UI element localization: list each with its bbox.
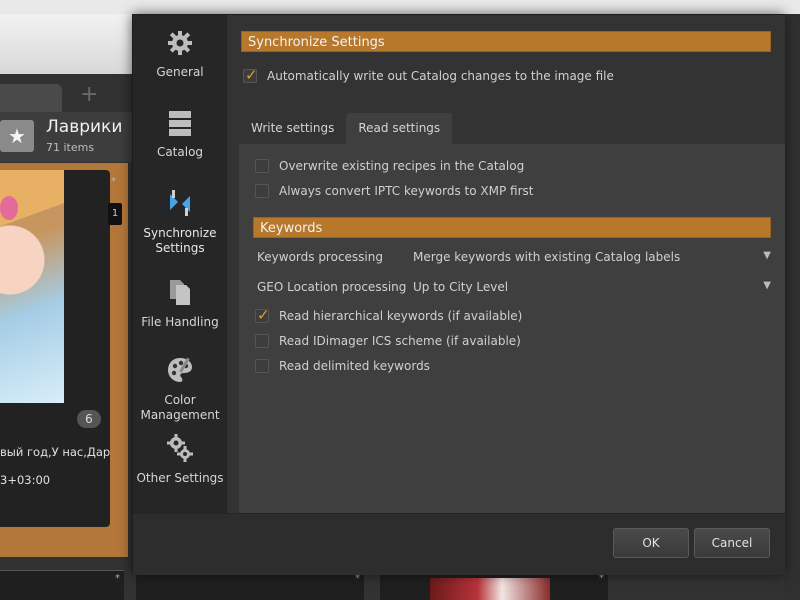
geo-location-dropdown[interactable]: GEO Location processing Up to City Level… [257, 278, 771, 298]
auto-write-option[interactable]: Automatically write out Catalog changes … [243, 66, 614, 84]
dropdown-arrow-icon: ▼ [763, 280, 771, 291]
section-header-synchronize: Synchronize Settings [241, 31, 771, 52]
favorite-star-icon[interactable]: ★ [0, 120, 34, 152]
convert-iptc-checkbox[interactable] [255, 184, 269, 198]
read-delimited-label: Read delimited keywords [279, 359, 430, 373]
app-toolbar [0, 14, 132, 74]
thumbnail-photo-detail [0, 196, 18, 220]
section-header-keywords: Keywords [253, 217, 771, 238]
add-tab-button[interactable]: + [80, 82, 98, 107]
overwrite-recipes-checkbox[interactable] [255, 159, 269, 173]
nav-item-color-management[interactable]: Color Management [133, 355, 227, 423]
strip-star-icon: * [115, 573, 120, 584]
nav-item-label: Other Settings [136, 471, 224, 485]
read-idimager-checkbox[interactable] [255, 334, 269, 348]
gears-icon [133, 433, 227, 467]
keywords-processing-dropdown[interactable]: Keywords processing Merge keywords with … [257, 248, 771, 268]
card-index-badge: 1 [108, 203, 122, 225]
read-hierarchical-option[interactable]: Read hierarchical keywords (if available… [255, 306, 523, 324]
catalog-icon [133, 109, 227, 141]
nav-item-label: File Handling [141, 315, 219, 329]
overwrite-recipes-option[interactable]: Overwrite existing recipes in the Catalo… [255, 159, 524, 173]
card-caption: вый год,У нас,Дари [0, 445, 110, 459]
ok-button[interactable]: OK [613, 528, 689, 558]
read-delimited-option[interactable]: Read delimited keywords [255, 359, 430, 373]
nav-item-label: General [156, 65, 204, 79]
collection-count: 71 items [46, 141, 95, 154]
preferences-dialog: General Catalog Synchronize Settings Fil… [132, 14, 785, 575]
geo-location-value: Up to City Level [413, 280, 509, 294]
card-count-badge: 6 [77, 410, 101, 428]
tab-write-settings[interactable]: Write settings [239, 113, 346, 144]
nav-item-label: Color Management [140, 393, 220, 422]
geo-location-label: GEO Location processing [257, 280, 407, 294]
nav-item-file-handling[interactable]: File Handling [133, 277, 227, 330]
gear-icon [133, 29, 227, 61]
nav-item-label: Synchronize Settings [143, 226, 217, 255]
cancel-button[interactable]: Cancel [694, 528, 770, 558]
card-date: 3+03:00 [0, 473, 51, 487]
convert-iptc-option[interactable]: Always convert IPTC keywords to XMP firs… [255, 184, 533, 198]
auto-write-checkbox[interactable] [243, 66, 258, 84]
strip-photo [430, 578, 550, 600]
read-idimager-option[interactable]: Read IDimager ICS scheme (if available) [255, 334, 521, 348]
preferences-nav: General Catalog Synchronize Settings Fil… [133, 15, 227, 513]
background-edge [784, 14, 800, 600]
read-idimager-label: Read IDimager ICS scheme (if available) [279, 334, 521, 348]
sync-icon [133, 188, 227, 222]
tab-read-settings[interactable]: Read settings [346, 113, 453, 144]
app-title-bar [0, 0, 800, 14]
read-settings-panel: Overwrite existing recipes in the Catalo… [239, 144, 785, 513]
collection-tab[interactable] [0, 84, 62, 112]
thumbnail-strip-item[interactable]: * [0, 570, 124, 600]
settings-content: Synchronize Settings Automatically write… [227, 15, 785, 513]
read-delimited-checkbox[interactable] [255, 359, 269, 373]
nav-item-label: Catalog [156, 145, 204, 159]
nav-item-synchronize-settings[interactable]: Synchronize Settings [133, 188, 227, 256]
nav-item-catalog[interactable]: Catalog [133, 109, 227, 160]
settings-tabs: Write settings Read settings [239, 113, 453, 144]
dialog-footer: OK Cancel [133, 513, 785, 575]
palette-icon [133, 355, 227, 389]
card-star-icon: * [111, 176, 116, 187]
nav-item-other-settings[interactable]: Other Settings [133, 433, 227, 486]
keywords-processing-label: Keywords processing [257, 250, 383, 264]
read-hierarchical-checkbox[interactable] [255, 306, 270, 324]
overwrite-recipes-label: Overwrite existing recipes in the Catalo… [279, 159, 525, 173]
nav-item-general[interactable]: General [133, 29, 227, 80]
keywords-processing-value: Merge keywords with existing Catalog lab… [413, 250, 681, 264]
dropdown-arrow-icon: ▼ [763, 250, 771, 261]
collection-title: Лаврики [46, 117, 123, 137]
auto-write-label: Automatically write out Catalog changes … [267, 69, 614, 83]
read-hierarchical-label: Read hierarchical keywords (if available… [279, 309, 523, 323]
files-icon [133, 277, 227, 311]
convert-iptc-label: Always convert IPTC keywords to XMP firs… [279, 184, 534, 198]
